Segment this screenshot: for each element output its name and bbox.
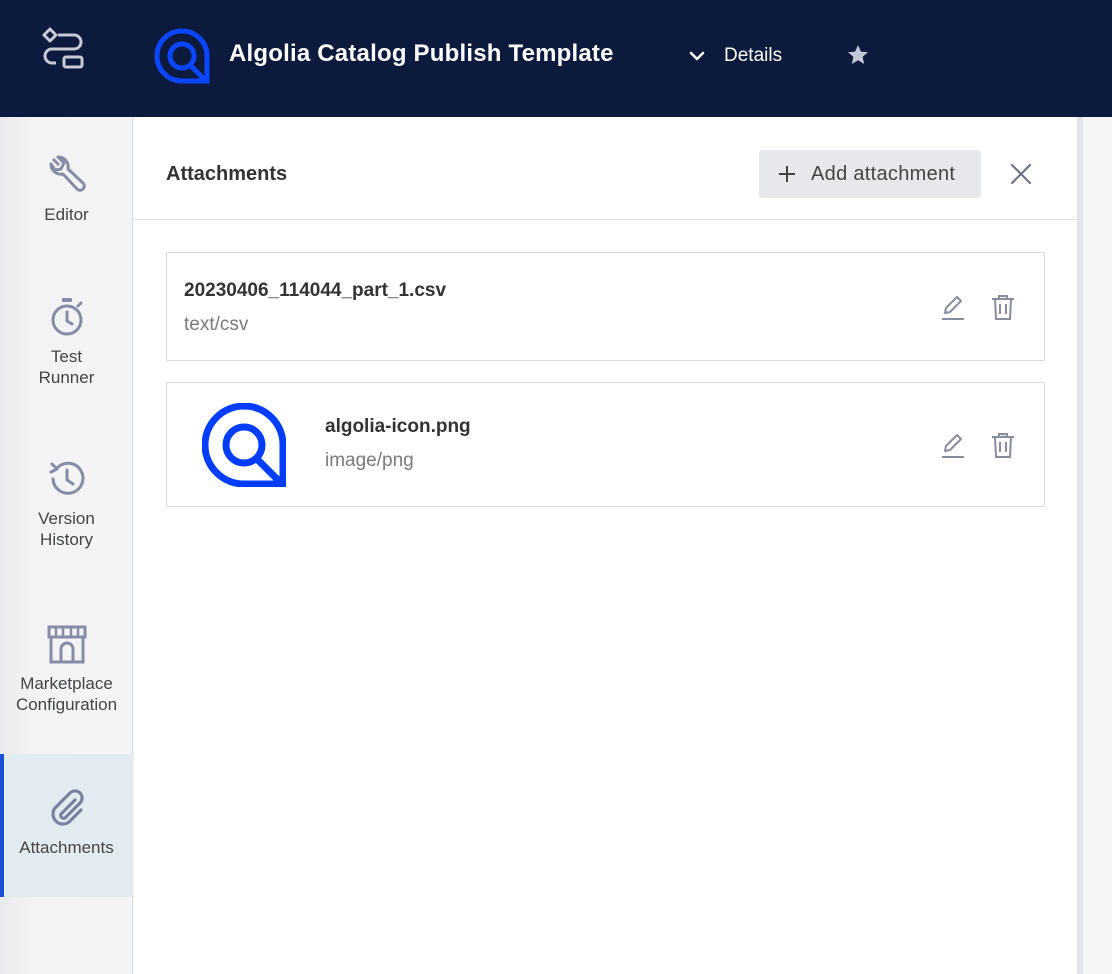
trash-icon[interactable] [990,431,1016,459]
add-attachment-label: Add attachment [811,162,956,185]
attachment-name: algolia-icon.png [325,416,471,437]
details-toggle[interactable]: Details [686,40,782,72]
sidebar-item-attachments[interactable]: Attachments [0,754,133,897]
stopwatch-icon [51,298,82,336]
sidebar-item-test-runner[interactable]: Test Runner [0,295,133,405]
sidebar-item-label: Test Runner [38,347,95,387]
edit-icon[interactable] [939,293,967,321]
details-label: Details [724,45,783,66]
attachment-type: text/csv [184,314,249,335]
trash-icon[interactable] [990,293,1016,321]
attachment-name: 20230406_114044_part_1.csv [184,280,447,301]
attachments-panel: Attachments Add attachment 20230406_1140… [134,117,1077,974]
background-area [1083,117,1112,974]
algolia-logo-thumbnail [202,403,286,487]
algolia-logo-icon [154,28,210,84]
attachment-card: algolia-icon.png image/png [166,382,1045,507]
panel-title: Attachments [166,163,288,185]
wrench-icon [48,155,86,192]
sidebar-item-editor[interactable]: Editor [0,153,133,263]
chevron-down-icon [689,51,705,61]
side-navigation: Editor Test Runner Version History Marke… [0,117,133,974]
attachment-card: 20230406_114044_part_1.csv text/csv [166,252,1045,361]
sidebar-item-label: Attachments [19,838,114,857]
sidebar-item-label: Marketplace Configuration [15,674,118,714]
panel-header: Attachments Add attachment [134,117,1077,220]
storefront-icon [47,625,86,664]
sidebar-item-label: Version History [38,509,95,549]
sidebar-item-version-history[interactable]: Version History [0,457,133,567]
attachment-type: image/png [325,450,414,471]
add-attachment-button[interactable]: Add attachment [759,150,981,198]
edit-icon[interactable] [939,431,967,459]
sidebar-item-marketplace-configuration[interactable]: Marketplace Configuration [0,622,133,732]
history-icon [49,461,84,495]
star-icon[interactable] [846,43,870,67]
close-icon[interactable] [1008,161,1034,187]
workflow-icon[interactable] [40,26,86,70]
page-title: Algolia Catalog Publish Template [229,40,614,67]
paperclip-icon [50,789,84,826]
sidebar-item-label: Editor [44,205,89,224]
top-header: Algolia Catalog Publish Template Details [0,0,1112,117]
plus-icon [779,166,795,182]
